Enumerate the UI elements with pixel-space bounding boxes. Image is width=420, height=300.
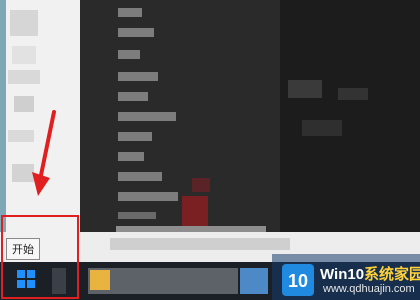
watermark-brand-main: Win10 xyxy=(320,266,365,283)
menu-item[interactable] xyxy=(118,8,142,17)
start-menu-tiles xyxy=(280,0,420,240)
menu-item[interactable] xyxy=(118,172,162,181)
start-highlight-box xyxy=(1,215,79,299)
menu-item[interactable] xyxy=(118,152,144,161)
taskbar-app-icon[interactable] xyxy=(90,270,110,290)
watermark-logo-text: 10 xyxy=(288,271,308,291)
menu-item[interactable] xyxy=(118,132,152,141)
desktop-icon[interactable] xyxy=(12,46,36,64)
desktop-icon[interactable] xyxy=(8,70,40,84)
menu-item[interactable] xyxy=(118,212,156,219)
watermark-brand-sub: 系统家园 xyxy=(364,266,420,283)
watermark-brand: Win10系统家园 xyxy=(320,263,420,284)
win10-logo-icon: 10 xyxy=(282,264,314,296)
start-menu xyxy=(80,0,420,240)
taskbar-app[interactable] xyxy=(240,268,268,294)
menu-item[interactable] xyxy=(118,72,158,81)
tile[interactable] xyxy=(302,120,342,136)
watermark-url: www.qdhuajin.com xyxy=(323,283,415,295)
tile[interactable] xyxy=(288,80,322,98)
menu-footer xyxy=(110,238,290,250)
menu-item[interactable] xyxy=(118,192,178,201)
tile[interactable] xyxy=(338,88,368,100)
app-icon[interactable] xyxy=(192,178,210,192)
window-edge xyxy=(0,0,6,232)
taskbar-app[interactable] xyxy=(88,268,238,294)
menu-item[interactable] xyxy=(118,50,140,59)
menu-item[interactable] xyxy=(118,112,176,121)
menu-item[interactable] xyxy=(118,28,154,37)
menu-item[interactable] xyxy=(118,92,148,101)
app-icon[interactable] xyxy=(182,196,208,228)
desktop-icon[interactable] xyxy=(10,10,38,36)
red-arrow-annotation xyxy=(32,110,56,196)
